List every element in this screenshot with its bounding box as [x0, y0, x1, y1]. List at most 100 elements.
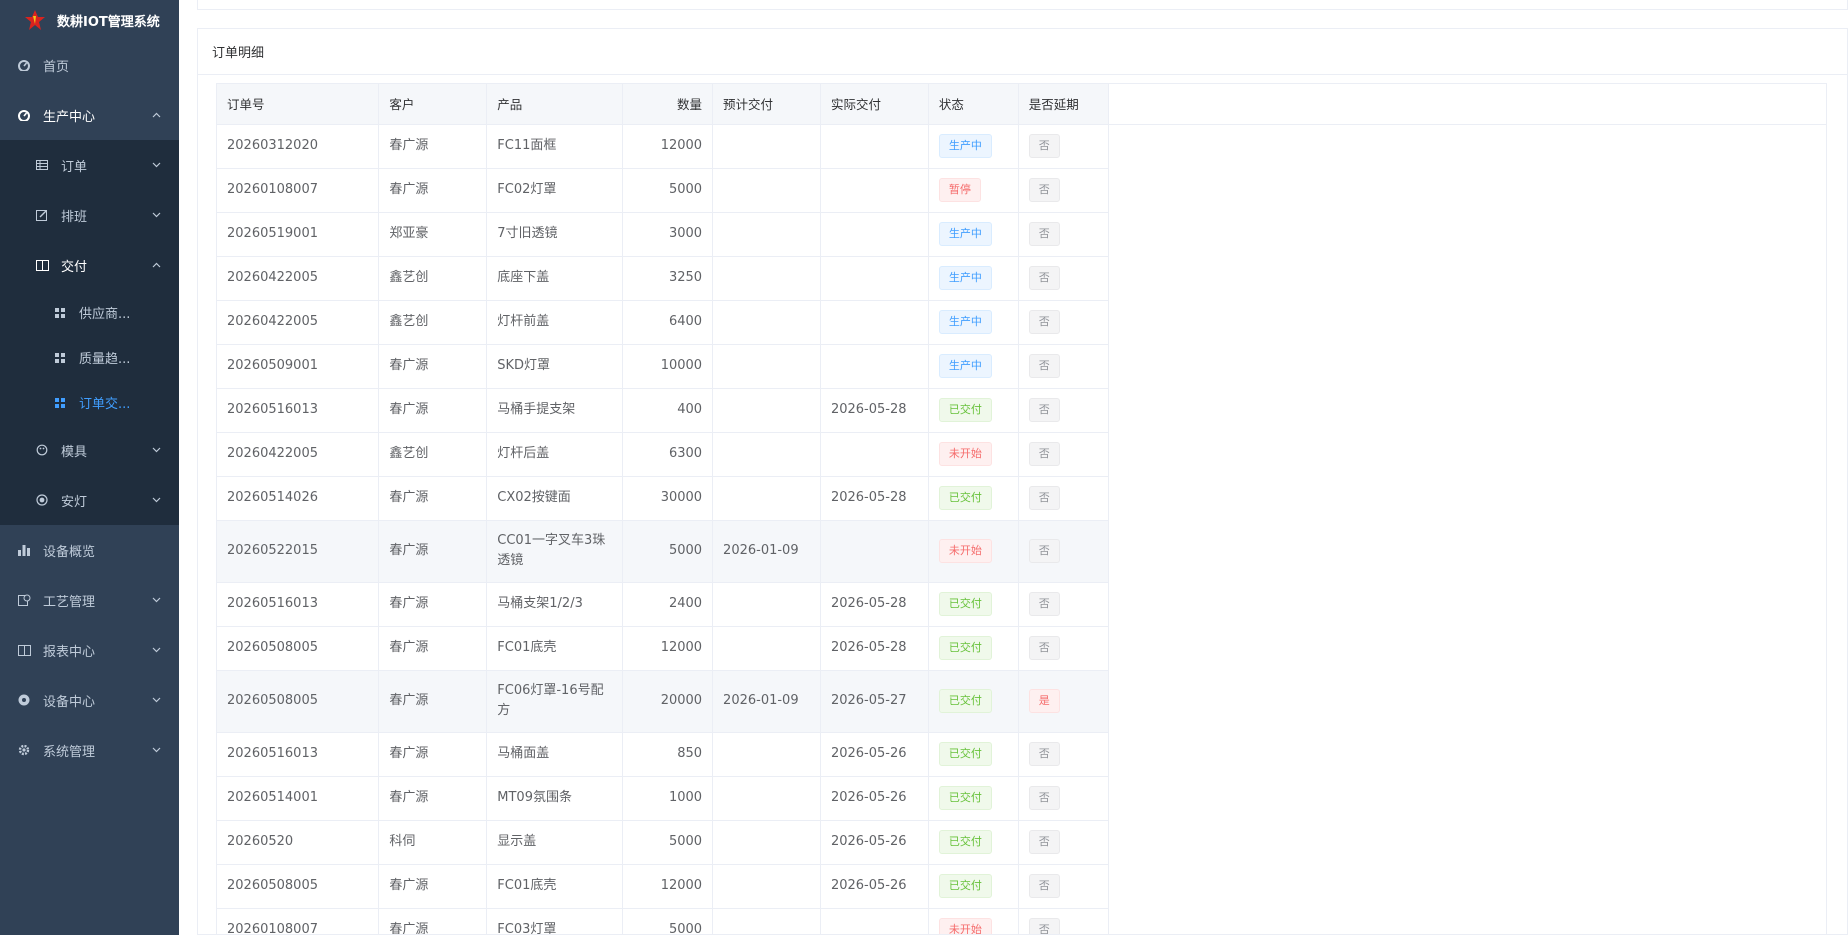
cell-empty [1108, 300, 1826, 344]
delayed-badge: 否 [1028, 310, 1060, 334]
table-row[interactable]: 20260108007 春广源 FC03灯罩 5000 未开始 否 [217, 908, 1826, 934]
cell-delayed: 否 [1018, 476, 1109, 521]
table-row[interactable]: 20260516013 春广源 马桶面盖 850 2026-05-26 已交付 否 [217, 732, 1826, 777]
cell-customer: 春广源 [378, 124, 488, 169]
cell-status: 已交付 [928, 388, 1019, 433]
cell-order-no: 20260508005 [217, 864, 380, 909]
cell-delayed: 否 [1018, 432, 1109, 477]
cell-delayed: 否 [1018, 256, 1109, 301]
table-row[interactable]: 20260508005 春广源 FC06灯罩-16号配方 20000 2026-01-0… [217, 670, 1826, 733]
delayed-badge: 否 [1028, 398, 1060, 422]
cell-actual: 2026-05-26 [820, 776, 929, 821]
sidebar-item-device-center[interactable]: 设备中心 [0, 675, 179, 725]
table-row[interactable]: 20260520 科伺 显示盖 5000 2026-05-26 已交付 否 [217, 820, 1826, 865]
cell-actual [820, 344, 929, 389]
cell-empty [1108, 344, 1826, 388]
table-row[interactable]: 20260422005 鑫艺创 底座下盖 3250 生产中 否 [217, 256, 1826, 301]
cell-delayed: 是 [1018, 670, 1109, 733]
col-customer: 客户 [378, 84, 488, 125]
cell-actual: 2026-05-27 [820, 670, 929, 733]
cell-expected [712, 388, 821, 433]
table-row[interactable]: 20260519001 郑亚豪 7寸旧透镜 3000 生产中 否 [217, 212, 1826, 257]
status-badge: 生产中 [938, 222, 992, 246]
cell-customer: 春广源 [378, 776, 488, 821]
table-row[interactable]: 20260514026 春广源 CX02按键面 30000 2026-05-28 已交付 否 [217, 476, 1826, 521]
table-row[interactable]: 20260516013 春广源 马桶支架1/2/3 2400 2026-05-28 已交付… [217, 582, 1826, 627]
order-table-wrapper[interactable]: 订单号 客户 产品 数量 预计交付 实际交付 状态 是否延期 202603120… [216, 83, 1827, 934]
cell-status: 生产中 [928, 344, 1019, 389]
cell-actual [820, 520, 929, 583]
gear-icon [17, 743, 31, 757]
sidebar-item-label: 工艺管理 [43, 594, 96, 610]
table-row[interactable]: 20260522015 春广源 CC01一字叉车3珠透镜 5000 2026-01-09… [217, 520, 1826, 583]
cell-customer: 春广源 [378, 520, 488, 583]
cell-status: 生产中 [928, 256, 1019, 301]
sidebar-item-andon[interactable]: 安灯 [0, 475, 179, 525]
cell-customer: 鑫艺创 [378, 256, 488, 301]
sidebar-item-home[interactable]: 首页 [0, 40, 179, 90]
cell-qty: 10000 [622, 344, 714, 389]
sidebar-item-reports[interactable]: 报表中心 [0, 625, 179, 675]
sidebar-item-orders[interactable]: 订单 [0, 140, 179, 190]
table-row[interactable]: 20260514001 春广源 MT09氛围条 1000 2026-05-26 已交付 否 [217, 776, 1826, 821]
delayed-badge: 是 [1028, 689, 1060, 713]
delayed-badge: 否 [1028, 636, 1060, 660]
sidebar-item-order-delivery[interactable]: 订单交... [0, 380, 179, 425]
cell-qty: 400 [622, 388, 714, 433]
cell-expected [712, 476, 821, 521]
cell-delayed: 否 [1018, 168, 1109, 213]
cell-product: CX02按键面 [486, 476, 624, 521]
delayed-badge: 否 [1028, 486, 1060, 510]
col-status: 状态 [928, 84, 1019, 125]
table-row[interactable]: 20260509001 春广源 SKD灯罩 10000 生产中 否 [217, 344, 1826, 389]
table-row[interactable]: 20260508005 春广源 FC01底壳 12000 2026-05-26 已交付 否 [217, 864, 1826, 909]
cell-status: 生产中 [928, 212, 1019, 257]
cell-customer: 春广源 [378, 670, 488, 733]
table-row[interactable]: 20260108007 春广源 FC02灯罩 5000 暂停 否 [217, 168, 1826, 213]
sidebar-item-shifts[interactable]: 排班 [0, 190, 179, 240]
col-empty [1108, 84, 1826, 125]
table-row[interactable]: 20260516013 春广源 马桶手提支架 400 2026-05-28 已交付 否 [217, 388, 1826, 433]
cell-status: 生产中 [928, 300, 1019, 345]
sidebar-item-label: 首页 [43, 59, 70, 75]
cell-qty: 3250 [622, 256, 714, 301]
cell-status: 已交付 [928, 732, 1019, 777]
cell-qty: 5000 [622, 908, 714, 934]
status-badge: 已交付 [938, 786, 992, 810]
cell-qty: 3000 [622, 212, 714, 257]
main-content: 订单明细 订单号 客户 产品 数量 预计交付 实际交付 状态 是否延期 2026… [179, 0, 1848, 935]
cell-expected: 2026-01-09 [712, 670, 821, 733]
cell-product: FC11面框 [486, 124, 624, 169]
cell-expected [712, 582, 821, 627]
sidebar-item-quality[interactable]: 质量趋... [0, 335, 179, 380]
sidebar-item-supplier[interactable]: 供应商... [0, 290, 179, 335]
cell-delayed: 否 [1018, 300, 1109, 345]
delayed-badge: 否 [1028, 354, 1060, 378]
sidebar-item-delivery[interactable]: 交付 [0, 240, 179, 290]
grid-icon [53, 306, 67, 320]
cell-empty [1108, 212, 1826, 256]
cell-actual: 2026-05-28 [820, 388, 929, 433]
col-expected: 预计交付 [712, 84, 821, 125]
table-row[interactable]: 20260508005 春广源 FC01底壳 12000 2026-05-28 已交付 否 [217, 626, 1826, 671]
cell-delayed: 否 [1018, 820, 1109, 865]
table-row[interactable]: 20260422005 鑫艺创 灯杆后盖 6300 未开始 否 [217, 432, 1826, 477]
sidebar-item-process[interactable]: 工艺管理 [0, 575, 179, 625]
sidebar-item-production[interactable]: 生产中心 [0, 90, 179, 140]
cell-order-no: 20260312020 [217, 124, 380, 169]
cell-product: FC02灯罩 [486, 168, 624, 213]
cell-qty: 12000 [622, 864, 714, 909]
chevron-down-icon [151, 210, 161, 220]
dashboard-icon [17, 108, 31, 122]
cell-qty: 5000 [622, 820, 714, 865]
table-row[interactable]: 20260312020 春广源 FC11面框 12000 生产中 否 [217, 124, 1826, 169]
cell-empty [1108, 520, 1826, 582]
sidebar-item-system[interactable]: 系统管理 [0, 725, 179, 775]
sidebar-item-device-overview[interactable]: 设备概览 [0, 525, 179, 575]
table-row[interactable]: 20260422005 鑫艺创 灯杆前盖 6400 生产中 否 [217, 300, 1826, 345]
cell-empty [1108, 582, 1826, 626]
cell-order-no: 20260514001 [217, 776, 380, 821]
top-card [197, 0, 1848, 10]
sidebar-item-mold[interactable]: 模具 [0, 425, 179, 475]
cell-expected [712, 864, 821, 909]
